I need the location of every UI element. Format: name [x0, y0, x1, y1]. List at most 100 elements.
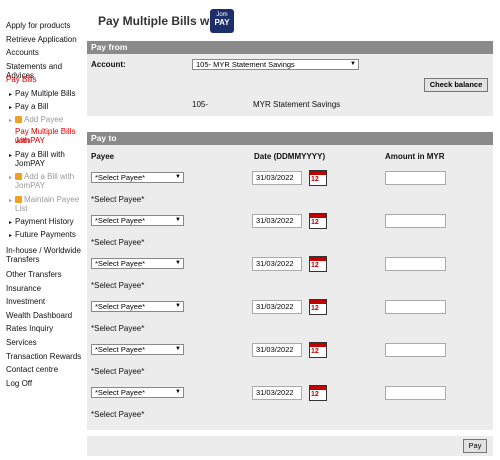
subnav-label: Add Payee — [24, 115, 64, 124]
lock-icon — [15, 173, 22, 180]
check-balance-button[interactable]: Check balance — [424, 78, 488, 92]
subnav-payment-history[interactable]: ▸ Payment History — [9, 217, 74, 228]
calendar-icon[interactable]: 12 — [309, 256, 327, 272]
column-header-amount: Amount in MYR — [385, 152, 445, 161]
page-title: Pay Multiple Bills with — [98, 14, 225, 28]
payee-note: *Select Payee* — [91, 238, 145, 247]
chevron-down-icon: ▼ — [350, 61, 356, 67]
subnav-label: JomPAY — [15, 181, 45, 190]
payee-note: *Select Payee* — [91, 324, 145, 333]
nav-services[interactable]: Services — [6, 338, 37, 347]
subnav-pay-a-bill[interactable]: ▸ Pay a Bill — [9, 102, 48, 113]
payee-select-value: *Select Payee* — [95, 259, 146, 268]
payee-select[interactable]: *Select Payee* ▼ — [91, 172, 184, 183]
amount-input[interactable] — [385, 257, 446, 271]
subnav-label: Pay a Bill with — [15, 150, 65, 159]
nav-insurance[interactable]: Insurance — [6, 284, 41, 293]
date-input[interactable]: 31/03/2022 — [252, 300, 302, 314]
date-input[interactable]: 31/03/2022 — [252, 386, 302, 400]
account-name: MYR Statement Savings — [253, 100, 341, 109]
pay-to-header: Pay to — [87, 132, 493, 145]
nav-contact-centre[interactable]: Contact centre — [6, 365, 58, 374]
amount-input[interactable] — [385, 343, 446, 357]
subnav-label: JomPAY — [15, 136, 45, 145]
amount-input[interactable] — [385, 214, 446, 228]
payee-note: *Select Payee* — [91, 410, 145, 419]
chevron-down-icon: ▼ — [175, 303, 181, 309]
subnav-pay-multiple-bills-jompay-line2[interactable]: JomPAY — [15, 136, 45, 145]
nav-label: In-house / Worldwide — [6, 246, 81, 255]
subnav-future-payments[interactable]: ▸ Future Payments — [9, 230, 76, 241]
payee-select-value: *Select Payee* — [95, 173, 146, 182]
date-input[interactable]: 31/03/2022 — [252, 257, 302, 271]
nav-rates-inquiry[interactable]: Rates Inquiry — [6, 324, 53, 333]
payee-select[interactable]: *Select Payee* ▼ — [91, 301, 184, 312]
date-input[interactable]: 31/03/2022 — [252, 214, 302, 228]
subnav-pay-multiple-bills[interactable]: ▸ Pay Multiple Bills — [9, 89, 75, 100]
payee-note: *Select Payee* — [91, 195, 145, 204]
subnav-label: List — [15, 204, 28, 213]
nav-wealth-dashboard[interactable]: Wealth Dashboard — [6, 311, 72, 320]
jompay-logo: Jom PAY — [210, 9, 234, 33]
calendar-icon-number: 12 — [311, 262, 319, 269]
payee-select[interactable]: *Select Payee* ▼ — [91, 387, 184, 398]
sidebar: Apply for products Retrieve Application … — [0, 0, 86, 460]
calendar-icon-number: 12 — [311, 348, 319, 355]
subnav-label: Add a Bill with — [24, 172, 75, 181]
calendar-icon[interactable]: 12 — [309, 385, 327, 401]
nav-retrieve-application[interactable]: Retrieve Application — [6, 35, 77, 44]
payee-select-value: *Select Payee* — [95, 388, 146, 397]
calendar-icon-number: 12 — [311, 219, 319, 226]
date-input[interactable]: 31/03/2022 — [252, 343, 302, 357]
chevron-down-icon: ▼ — [175, 174, 181, 180]
chevron-down-icon: ▼ — [175, 346, 181, 352]
account-select-value: 105- MYR Statement Savings — [196, 60, 295, 69]
date-input[interactable]: 31/03/2022 — [252, 171, 302, 185]
calendar-icon[interactable]: 12 — [309, 213, 327, 229]
nav-inhouse-worldwide-transfers[interactable]: In-house / Worldwide Transfers — [6, 246, 81, 264]
calendar-icon-number: 12 — [311, 391, 319, 398]
nav-log-off[interactable]: Log Off — [6, 379, 32, 388]
nav-transaction-rewards[interactable]: Transaction Rewards — [6, 352, 81, 361]
pay-from-header: Pay from — [87, 41, 493, 54]
payee-select-value: *Select Payee* — [95, 216, 146, 225]
pay-button[interactable]: Pay — [463, 439, 487, 453]
account-label: Account: — [91, 60, 126, 69]
payee-select[interactable]: *Select Payee* ▼ — [91, 258, 184, 269]
subnav-label: Future Payments — [15, 230, 76, 239]
subnav-pay-a-bill-jompay-line2[interactable]: JomPAY — [15, 159, 45, 168]
account-select[interactable]: 105- MYR Statement Savings ▼ — [192, 59, 359, 70]
nav-accounts[interactable]: Accounts — [6, 48, 39, 57]
calendar-icon[interactable]: 12 — [309, 299, 327, 315]
payee-select[interactable]: *Select Payee* ▼ — [91, 344, 184, 355]
amount-input[interactable] — [385, 171, 446, 185]
nav-pay-bills[interactable]: Pay Bills — [6, 75, 37, 84]
payee-note: *Select Payee* — [91, 367, 145, 376]
calendar-icon[interactable]: 12 — [309, 170, 327, 186]
logo-text: PAY — [214, 18, 230, 27]
lock-icon — [15, 196, 22, 203]
subnav-label: JomPAY — [15, 159, 45, 168]
chevron-down-icon: ▼ — [175, 389, 181, 395]
payee-select-value: *Select Payee* — [95, 345, 146, 354]
account-number: 105- — [192, 100, 209, 109]
subnav-maintain-payee-list-line2[interactable]: List — [15, 204, 27, 213]
amount-input[interactable] — [385, 386, 446, 400]
amount-input[interactable] — [385, 300, 446, 314]
chevron-down-icon: ▼ — [175, 217, 181, 223]
chevron-down-icon: ▼ — [175, 260, 181, 266]
lock-icon — [15, 116, 22, 123]
payee-note: *Select Payee* — [91, 281, 145, 290]
nav-apply-for-products[interactable]: Apply for products — [6, 21, 70, 30]
calendar-icon-number: 12 — [311, 305, 319, 312]
column-header-date: Date (DDMMYYYY) — [254, 152, 326, 161]
subnav-add-payee[interactable]: ▸ Add Payee — [9, 115, 63, 126]
nav-other-transfers[interactable]: Other Transfers — [6, 270, 62, 279]
payee-select[interactable]: *Select Payee* ▼ — [91, 215, 184, 226]
calendar-icon-number: 12 — [311, 176, 319, 183]
subnav-add-bill-jompay-line2[interactable]: JomPAY — [15, 181, 45, 190]
column-header-payee: Payee — [91, 152, 115, 161]
subnav-label: Pay Multiple Bills — [15, 89, 76, 98]
calendar-icon[interactable]: 12 — [309, 342, 327, 358]
nav-investment[interactable]: Investment — [6, 297, 45, 306]
